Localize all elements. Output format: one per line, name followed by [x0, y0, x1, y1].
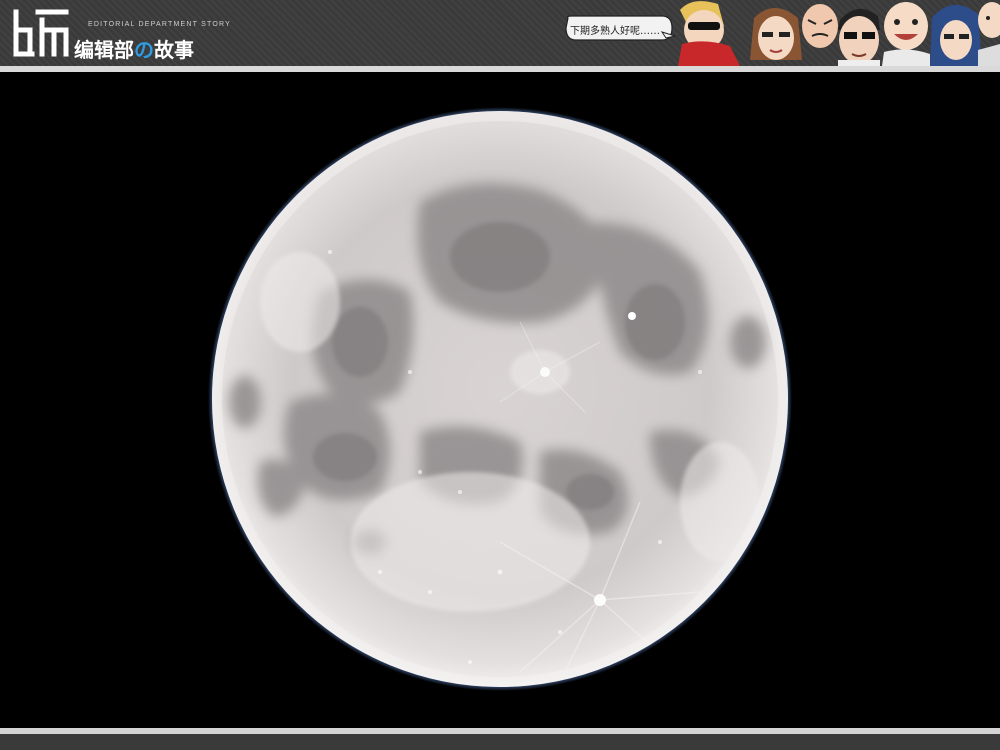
site-logo[interactable]: EDITORIAL DEPARTMENT STORY 编辑部の故事: [12, 6, 230, 63]
logo-title-part1: 编辑部: [74, 38, 134, 62]
speech-bubble-text: 下期多熟人好呢……: [570, 26, 660, 37]
footer-bar: [0, 734, 1000, 750]
header-bar: EDITORIAL DEPARTMENT STORY 编辑部の故事 下期多熟人好…: [0, 0, 1000, 72]
logo-title-no: の: [134, 38, 154, 62]
logo-subtitle: EDITORIAL DEPARTMENT STORY: [88, 21, 231, 28]
bian-character-logo-icon: [13, 9, 69, 57]
bottom-divider: [0, 728, 1000, 750]
logo-title: 编辑部の故事: [74, 34, 194, 63]
logo-title-part2: 故事: [154, 38, 194, 62]
full-moon-image: [208, 107, 792, 691]
cartoon-staff-faces-icon: [678, 1, 1000, 66]
moon-photo: [0, 72, 1000, 728]
